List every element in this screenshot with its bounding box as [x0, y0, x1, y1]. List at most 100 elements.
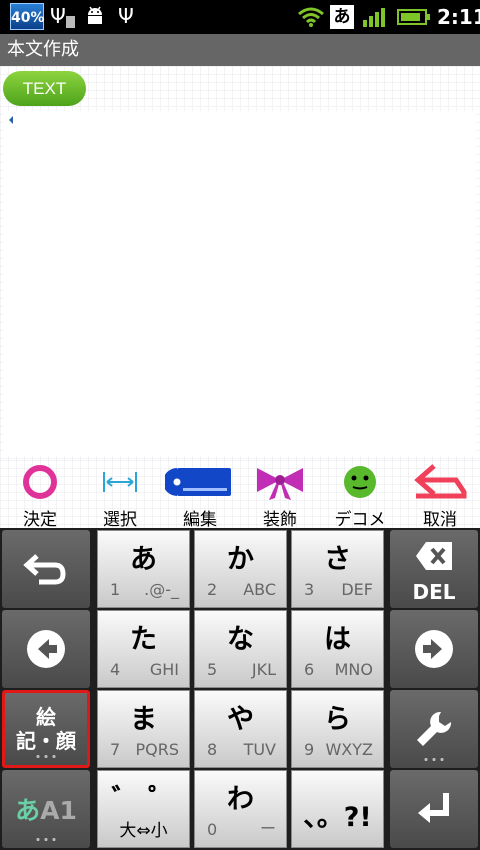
ring-icon — [23, 465, 57, 499]
decome-label: デコメ — [334, 510, 386, 530]
key-number-label: 7 — [110, 740, 121, 759]
select-button[interactable]: 選択 — [80, 460, 160, 530]
select-range-icon — [103, 472, 137, 492]
arrow-left-icon — [27, 630, 65, 668]
emoji-key-line2: 記・顔 — [16, 729, 76, 753]
key-kana-label: は — [324, 624, 351, 655]
key-kana-label: か — [227, 544, 254, 575]
key-kana-label: 、。?! — [303, 802, 372, 833]
cancel-button[interactable]: 取消 — [400, 460, 480, 530]
key-sub-label: DEF — [341, 580, 373, 599]
input-mode-label: あA1 — [15, 791, 77, 827]
key-number-label: 6 — [304, 660, 315, 679]
android-debug-icon — [88, 6, 102, 24]
text-mode-button[interactable]: TEXT — [3, 71, 86, 106]
key-kana-label: ま — [130, 704, 157, 735]
ribbon-icon — [257, 468, 303, 500]
usb-icon: Ψ — [118, 4, 134, 28]
key-number-label: 9 — [304, 740, 315, 759]
edit-button[interactable]: 編集 — [160, 460, 240, 530]
key-kana-label: た — [130, 624, 157, 655]
undo-arrow-icon — [414, 464, 467, 499]
ime-indicator: あ — [330, 5, 354, 29]
key-punctuation[interactable]: 、。?! — [291, 770, 384, 848]
key-sa-row[interactable]: さ 3 DEF — [291, 530, 384, 608]
key-number-label: 1 — [110, 580, 121, 599]
battery-percent-indicator: 40% — [10, 3, 45, 30]
emoji-key-line1: 絵 — [36, 705, 56, 729]
key-number-label: 5 — [207, 660, 218, 679]
action-bar: 決定 選択 編集 装飾 デコメ 取消 — [0, 460, 480, 530]
enter-icon — [418, 793, 449, 823]
settings-key[interactable] — [390, 690, 478, 768]
key-a-row[interactable]: あ 1 .@-_ — [97, 530, 190, 608]
confirm-button[interactable]: 決定 — [0, 460, 80, 530]
key-kana-label: わ — [227, 784, 254, 815]
key-sub-label: MNO — [334, 660, 373, 679]
select-label: 選択 — [103, 510, 137, 530]
key-wa-row[interactable]: わ0 ー — [194, 770, 287, 848]
key-sub-label: PQRS — [135, 740, 179, 759]
decome-button[interactable]: デコメ — [320, 460, 400, 530]
keyboard: 絵 記・顔 あA1 あ 1 .@-_ か 2 ABC さ 3 DEF た 4 GHI な 5 JKL は 6 MN… — [0, 528, 480, 850]
enter-key[interactable] — [390, 770, 478, 848]
mode-kana: あ — [15, 796, 41, 825]
mode-alpha: A — [40, 796, 60, 825]
key-case-toggle-label: 大⇔小 — [119, 821, 168, 841]
emoji-symbol-key[interactable]: 絵 記・顔 — [2, 690, 90, 768]
more-dots — [422, 758, 446, 761]
confirm-label: 決定 — [23, 510, 57, 530]
cursor-right-key[interactable] — [390, 610, 478, 688]
wifi-icon — [298, 7, 324, 27]
key-na-row[interactable]: な 5 JKL — [194, 610, 287, 688]
key-ma-row[interactable]: ま 7 PQRS — [97, 690, 190, 768]
key-ta-row[interactable]: た 4 GHI — [97, 610, 190, 688]
arrow-right-icon — [415, 630, 453, 668]
key-number-label: 2 — [207, 580, 218, 599]
signal-icon — [363, 8, 385, 27]
backspace-icon — [416, 542, 452, 570]
tag-edit-icon — [165, 468, 231, 496]
key-kana-label: さ — [324, 544, 351, 575]
key-kana-label: あ — [130, 544, 157, 575]
page-title: 本文作成 — [0, 34, 480, 66]
key-sub-label: ABC — [243, 580, 276, 599]
key-sub-label: ー — [259, 819, 276, 838]
key-dakuten[interactable]: ゛ ゜大⇔小 — [97, 770, 190, 848]
editor-area: TEXT — [0, 66, 480, 460]
cancel-label: 取消 — [423, 510, 457, 530]
undo-icon — [23, 554, 66, 585]
key-ka-row[interactable]: か 2 ABC — [194, 530, 287, 608]
key-kana-label: ゛ ゜ — [111, 784, 176, 815]
sd-card-icon — [66, 16, 75, 28]
key-kana-label: ら — [324, 704, 351, 735]
edit-label: 編集 — [183, 510, 217, 530]
key-sub-label: JKL — [251, 660, 276, 679]
input-mode-key[interactable]: あA1 — [2, 770, 90, 848]
undo-key[interactable] — [2, 530, 90, 608]
key-ya-row[interactable]: や 8 TUV — [194, 690, 287, 768]
mode-num: 1 — [59, 796, 77, 825]
key-ra-row[interactable]: ら 9 WXYZ — [291, 690, 384, 768]
key-number-label: 0 — [207, 820, 218, 839]
key-ha-row[interactable]: は 6 MNO — [291, 610, 384, 688]
key-number-label: 3 — [304, 580, 315, 599]
key-sub-label: .@-_ — [144, 580, 179, 599]
battery-fill — [401, 13, 420, 21]
delete-key[interactable]: DEL — [390, 530, 478, 608]
emoji-key-label: 絵 記・顔 — [5, 705, 87, 753]
key-kana-label: な — [227, 624, 254, 655]
decorate-label: 装飾 — [263, 510, 297, 530]
body-text-input[interactable] — [4, 111, 476, 456]
smiley-icon — [344, 466, 376, 498]
usb-icon: Ψ — [50, 4, 66, 28]
key-sub-label: WXYZ — [325, 740, 373, 759]
wrench-icon — [417, 711, 452, 746]
cursor-left-key[interactable] — [2, 610, 90, 688]
more-dots — [34, 755, 58, 758]
key-number-label: 4 — [110, 660, 121, 679]
status-bar: 40% Ψ Ψ あ 2:11 — [0, 0, 480, 34]
more-dots — [34, 838, 58, 841]
decorate-button[interactable]: 装飾 — [240, 460, 320, 530]
battery-icon — [397, 9, 430, 25]
